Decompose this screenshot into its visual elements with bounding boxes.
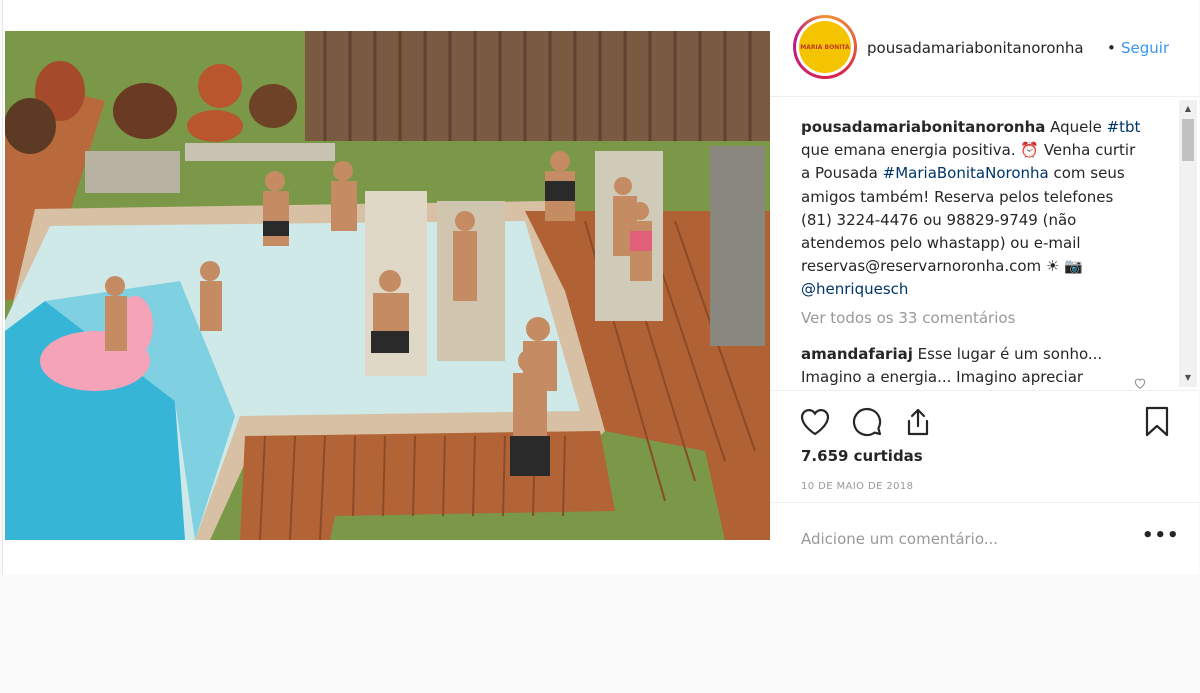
post-card: MARIA BONITA pousadamariabonitanoronha •…	[2, 0, 1199, 575]
scroll-up-arrow-icon[interactable]: ▲	[1179, 102, 1197, 116]
follow-button[interactable]: Seguir	[1121, 39, 1169, 57]
hashtag-tbt[interactable]: #tbt	[1107, 118, 1141, 136]
comments-section: pousadamariabonitanoronha Aquele #tbt qu…	[770, 98, 1199, 390]
post-date[interactable]: 10 DE MAIO DE 2018	[801, 481, 913, 492]
view-all-comments-link[interactable]: Ver todos os 33 comentários	[801, 309, 1015, 327]
comment-item: amandafariaj Esse lugar é um sonho... Im…	[801, 343, 1121, 389]
post-photo[interactable]	[5, 31, 770, 540]
add-comment-bar: •••	[770, 502, 1199, 575]
caption-text-1: Aquele	[1045, 118, 1107, 136]
add-comment-input[interactable]	[801, 527, 1121, 551]
caption-username[interactable]: pousadamariabonitanoronha	[801, 118, 1045, 136]
scroll-down-arrow-icon[interactable]: ▼	[1179, 371, 1197, 385]
post-header: MARIA BONITA pousadamariabonitanoronha •…	[770, 0, 1199, 97]
post-caption: pousadamariabonitanoronha Aquele #tbt qu…	[801, 116, 1141, 302]
heart-icon[interactable]	[798, 405, 832, 439]
action-bar	[770, 390, 1199, 450]
hashtag-mariabonita[interactable]: #MariaBonitaNoronha	[883, 164, 1049, 182]
post-sidebar: MARIA BONITA pousadamariabonitanoronha •…	[770, 0, 1199, 575]
username-link[interactable]: pousadamariabonitanoronha	[867, 39, 1084, 57]
avatar[interactable]: MARIA BONITA	[799, 21, 851, 73]
separator-dot: •	[1107, 39, 1116, 57]
comment-heart-icon[interactable]	[1133, 376, 1147, 390]
comments-scrollbar[interactable]: ▲ ▼	[1179, 100, 1197, 387]
comment-username[interactable]: amandafariaj	[801, 345, 913, 363]
photo-area	[3, 0, 770, 575]
more-options-button[interactable]: •••	[1142, 527, 1179, 549]
likes-count[interactable]: 7.659 curtidas	[801, 447, 923, 465]
mention-henriquesch[interactable]: @henriquesch	[801, 280, 908, 298]
story-ring[interactable]: MARIA BONITA	[793, 15, 857, 79]
avatar-border: MARIA BONITA	[796, 18, 854, 76]
share-icon[interactable]	[901, 405, 935, 439]
comment-icon[interactable]	[850, 405, 884, 439]
pool-party-photo	[5, 31, 770, 540]
bookmark-icon[interactable]	[1140, 405, 1174, 439]
scroll-thumb[interactable]	[1182, 119, 1194, 161]
